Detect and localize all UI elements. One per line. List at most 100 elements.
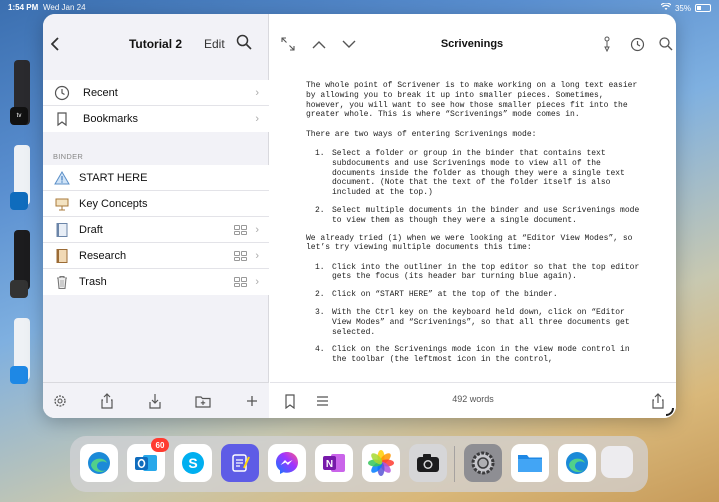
list-item-text: Click into the outliner in the top edito…	[332, 262, 640, 282]
settings-icon[interactable]	[464, 444, 502, 482]
camera-icon[interactable]	[409, 444, 447, 482]
inspector-icon[interactable]	[599, 36, 615, 52]
list-number: 2.	[315, 290, 325, 300]
back-button[interactable]	[48, 33, 62, 55]
svg-text:S: S	[188, 455, 197, 471]
chevron-up-icon[interactable]	[311, 36, 327, 52]
clock-icon	[53, 84, 71, 102]
search-icon[interactable]	[659, 36, 673, 52]
list-item: 1. Select a folder or group in the binder…	[306, 149, 646, 198]
list-item-text: Click on the Scrivenings mode icon in th…	[332, 345, 630, 365]
numbered-list: 1. Select a folder or group in the binder…	[306, 149, 646, 226]
messenger-icon[interactable]	[268, 444, 306, 482]
resize-handle[interactable]	[666, 408, 674, 416]
binder-item-key-concepts[interactable]: Key Concepts	[43, 191, 269, 217]
sidebar-item-label: Recent	[83, 86, 118, 99]
chevron-left-icon	[51, 37, 59, 51]
search-button[interactable]	[236, 34, 254, 52]
list-item: 1. Click into the outliner in the top edi…	[306, 263, 646, 283]
bookmark-icon[interactable]	[282, 393, 298, 409]
svg-text:N: N	[326, 459, 333, 470]
expand-icon[interactable]	[280, 36, 296, 52]
dock: 60 S N	[70, 436, 648, 492]
status-date: Wed Jan 24	[43, 3, 86, 12]
binder-item-label: Research	[79, 249, 127, 262]
grid-view-icon[interactable]	[234, 225, 247, 235]
list-item-text: Click on “START HERE” at the top of the …	[332, 290, 558, 300]
grid-view-icon[interactable]	[234, 277, 247, 287]
settings-gear-icon[interactable]	[52, 393, 68, 409]
paragraph: The whole point of Scrivener is to make …	[306, 81, 638, 120]
binder-item-draft[interactable]: Draft ›	[43, 217, 269, 243]
warning-triangle-icon	[53, 169, 71, 187]
presentation-icon	[53, 195, 71, 213]
battery-percent: 35%	[674, 3, 691, 13]
dock-separator	[454, 446, 455, 482]
outlook-small-icon	[10, 192, 28, 210]
status-bar: 1:54 PM Wed Jan 24 35%	[0, 0, 719, 14]
binder-list: START HERE Key Concepts Draft › Research…	[43, 165, 269, 295]
list-item: 2. Select multiple documents in the binde…	[306, 206, 646, 226]
edge-icon[interactable]	[558, 444, 596, 482]
share-icon[interactable]	[650, 393, 666, 409]
binder-item-research[interactable]: Research ›	[43, 243, 269, 269]
editor-pane: Scrivenings The whole point of Scrivener…	[270, 14, 676, 418]
trash-icon	[53, 273, 71, 291]
binder-item-label: START HERE	[79, 171, 148, 184]
history-clock-icon[interactable]	[629, 36, 645, 52]
chevron-right-icon: ›	[255, 276, 259, 288]
chevron-down-icon[interactable]	[341, 36, 357, 52]
camera-small-icon	[10, 280, 28, 298]
photos-icon[interactable]	[362, 444, 400, 482]
numbered-list: 1. Click into the outliner in the top edi…	[306, 263, 646, 365]
quick-access-list: Recent › Bookmarks ›	[43, 80, 269, 132]
binder-item-start-here[interactable]: START HERE	[43, 165, 269, 191]
onenote-icon[interactable]: N	[315, 444, 353, 482]
scrivener-window: Tutorial 2 Edit Recent › Bookmarks › BIN…	[43, 14, 676, 418]
grid-view-icon[interactable]	[234, 251, 247, 261]
binder-item-label: Key Concepts	[79, 197, 148, 210]
status-time: 1:54 PM	[8, 3, 39, 12]
list-item-text: Select a folder or group in the binder t…	[332, 148, 625, 198]
list-icon[interactable]	[314, 393, 330, 409]
sidebar-item-bookmarks[interactable]: Bookmarks ›	[43, 106, 269, 132]
binder-heading: BINDER	[53, 152, 84, 161]
import-icon[interactable]	[147, 393, 163, 409]
binder-item-label: Draft	[79, 223, 103, 236]
chevron-right-icon: ›	[255, 86, 259, 99]
wifi-icon	[660, 2, 672, 13]
battery-fill	[697, 6, 701, 10]
sidebar-item-recent[interactable]: Recent ›	[43, 80, 269, 106]
list-number: 2.	[315, 205, 325, 215]
editor-footer: 492 words	[270, 382, 676, 418]
skype-icon[interactable]: S	[174, 444, 212, 482]
list-item: 4. Click on the Scrivenings mode icon in …	[306, 345, 646, 365]
binder-item-trash[interactable]: Trash ›	[43, 269, 269, 295]
share-icon[interactable]	[99, 393, 115, 409]
goodnotes-icon[interactable]	[221, 444, 259, 482]
editor-header: Scrivenings	[270, 26, 676, 62]
edit-button[interactable]: Edit	[204, 37, 225, 51]
paragraph: We already tried (1) when we were lookin…	[306, 233, 633, 253]
list-number: 1.	[315, 148, 325, 158]
search-icon	[236, 34, 252, 50]
status-right: 35%	[660, 2, 711, 13]
document-text[interactable]: The whole point of Scrivener is to make …	[306, 81, 646, 383]
list-number: 3.	[315, 308, 325, 318]
binder-sidebar: Tutorial 2 Edit Recent › Bookmarks › BIN…	[43, 14, 269, 418]
list-item: 2. Click on “START HERE” at the top of th…	[306, 290, 646, 300]
chevron-right-icon: ›	[255, 249, 259, 262]
editor-title: Scrivenings	[440, 38, 504, 50]
files-icon[interactable]	[511, 444, 549, 482]
app-library-icon[interactable]	[601, 446, 633, 478]
list-item-text: With the Ctrl key on the keyboard held d…	[332, 308, 630, 337]
chevron-right-icon: ›	[255, 223, 259, 236]
draft-folder-icon	[53, 221, 71, 239]
list-item: 3. With the Ctrl key on the keyboard held…	[306, 308, 646, 337]
add-icon[interactable]	[244, 393, 260, 409]
edge-icon[interactable]	[80, 444, 118, 482]
new-folder-icon[interactable]	[195, 393, 211, 409]
tv-app-icon: tv	[10, 107, 28, 125]
sidebar-item-label: Bookmarks	[83, 113, 139, 125]
files-small-icon	[10, 366, 28, 384]
